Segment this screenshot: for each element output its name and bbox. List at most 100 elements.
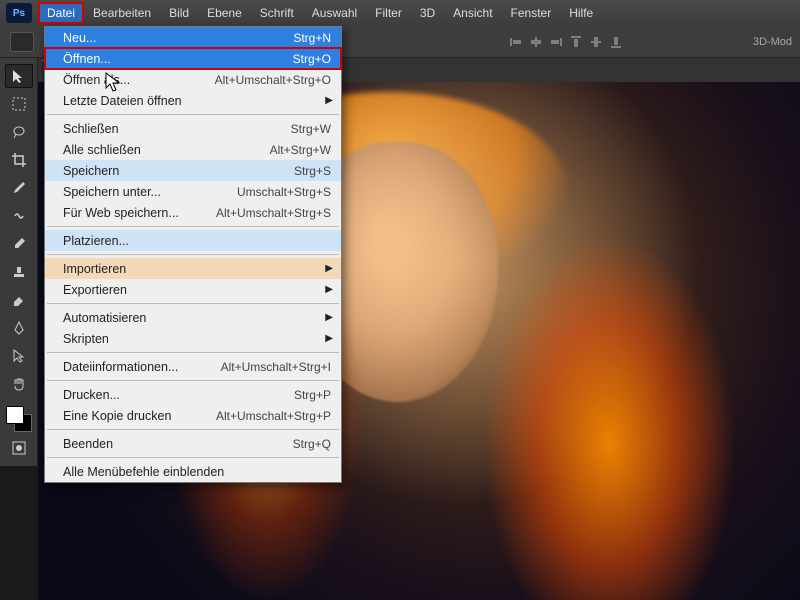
menu-item-label: Alle schließen bbox=[63, 143, 270, 157]
menu-item-label: Alle Menübefehle einblenden bbox=[63, 465, 331, 479]
hand-tool[interactable] bbox=[5, 372, 33, 396]
menu-item-label: Skripten bbox=[63, 332, 331, 346]
pen-tool[interactable] bbox=[5, 316, 33, 340]
align-btn[interactable] bbox=[547, 33, 565, 51]
app-logo: Ps bbox=[6, 3, 32, 23]
menu-item-label: Platzieren... bbox=[63, 234, 331, 248]
move-tool[interactable] bbox=[5, 64, 33, 88]
menu-3d[interactable]: 3D bbox=[411, 2, 444, 24]
menu-separator bbox=[47, 429, 339, 430]
menu-separator bbox=[47, 457, 339, 458]
menu-item-label: Letzte Dateien öffnen bbox=[63, 94, 331, 108]
menu-item-label: Exportieren bbox=[63, 283, 331, 297]
eyedropper-tool[interactable] bbox=[5, 176, 33, 200]
crop-tool[interactable] bbox=[5, 148, 33, 172]
menu-item[interactable]: Alle Menübefehle einblenden bbox=[45, 461, 341, 482]
menu-item-shortcut: Alt+Umschalt+Strg+O bbox=[215, 73, 331, 87]
menu-item-label: Importieren bbox=[63, 262, 331, 276]
menu-item[interactable]: Importieren▶ bbox=[45, 258, 341, 279]
menu-item[interactable]: Exportieren▶ bbox=[45, 279, 341, 300]
menu-item[interactable]: Alle schließenAlt+Strg+W bbox=[45, 139, 341, 160]
menu-item[interactable]: SchließenStrg+W bbox=[45, 118, 341, 139]
submenu-arrow-icon: ▶ bbox=[325, 312, 333, 323]
menu-item-shortcut: Strg+W bbox=[291, 122, 331, 136]
menu-item[interactable]: Dateiinformationen...Alt+Umschalt+Strg+I bbox=[45, 356, 341, 377]
stamp-tool[interactable] bbox=[5, 260, 33, 284]
menu-item-shortcut: Strg+O bbox=[293, 52, 331, 66]
menu-ansicht[interactable]: Ansicht bbox=[444, 2, 501, 24]
menu-item[interactable]: SpeichernStrg+S bbox=[45, 160, 341, 181]
marquee-tool[interactable] bbox=[5, 92, 33, 116]
menu-fenster[interactable]: Fenster bbox=[502, 2, 561, 24]
menu-separator bbox=[47, 254, 339, 255]
submenu-arrow-icon: ▶ bbox=[325, 263, 333, 274]
menu-item-shortcut: Alt+Umschalt+Strg+I bbox=[221, 360, 331, 374]
eraser-tool[interactable] bbox=[5, 288, 33, 312]
menu-item[interactable]: Für Web speichern...Alt+Umschalt+Strg+S bbox=[45, 202, 341, 223]
menu-item[interactable]: BeendenStrg+Q bbox=[45, 433, 341, 454]
menu-item[interactable]: Drucken...Strg+P bbox=[45, 384, 341, 405]
menu-item[interactable]: Eine Kopie druckenAlt+Umschalt+Strg+P bbox=[45, 405, 341, 426]
menu-item-shortcut: Alt+Umschalt+Strg+S bbox=[216, 206, 331, 220]
menu-item[interactable]: Neu...Strg+N bbox=[45, 27, 341, 48]
3d-mode-label[interactable]: 3D-Mod bbox=[753, 36, 792, 48]
menu-item[interactable]: Öffnen als...Alt+Umschalt+Strg+O bbox=[45, 69, 341, 90]
foreground-color[interactable] bbox=[6, 406, 24, 424]
menu-hilfe[interactable]: Hilfe bbox=[560, 2, 602, 24]
lasso-tool[interactable] bbox=[5, 120, 33, 144]
menu-item-label: Eine Kopie drucken bbox=[63, 409, 216, 423]
menu-bearbeiten[interactable]: Bearbeiten bbox=[84, 2, 160, 24]
menu-item-shortcut: Strg+S bbox=[294, 164, 331, 178]
menu-ebene[interactable]: Ebene bbox=[198, 2, 251, 24]
menu-item-label: Für Web speichern... bbox=[63, 206, 216, 220]
menu-item-label: Speichern bbox=[63, 164, 294, 178]
menu-item-shortcut: Alt+Umschalt+Strg+P bbox=[216, 409, 331, 423]
submenu-arrow-icon: ▶ bbox=[325, 95, 333, 106]
menu-filter[interactable]: Filter bbox=[366, 2, 411, 24]
submenu-arrow-icon: ▶ bbox=[325, 333, 333, 344]
submenu-arrow-icon: ▶ bbox=[325, 284, 333, 295]
menu-datei[interactable]: Datei bbox=[38, 2, 84, 24]
tools-panel bbox=[0, 58, 38, 466]
menu-auswahl[interactable]: Auswahl bbox=[303, 2, 366, 24]
menu-item-label: Öffnen als... bbox=[63, 73, 215, 87]
menu-separator bbox=[47, 226, 339, 227]
menu-item-shortcut: Alt+Strg+W bbox=[270, 143, 331, 157]
align-btn[interactable] bbox=[587, 33, 605, 51]
healing-tool[interactable] bbox=[5, 204, 33, 228]
menu-item[interactable]: Skripten▶ bbox=[45, 328, 341, 349]
menu-bild[interactable]: Bild bbox=[160, 2, 198, 24]
menu-separator bbox=[47, 114, 339, 115]
align-btn[interactable] bbox=[527, 33, 545, 51]
menu-schrift[interactable]: Schrift bbox=[251, 2, 303, 24]
menu-separator bbox=[47, 303, 339, 304]
menu-item-shortcut: Umschalt+Strg+S bbox=[237, 185, 331, 199]
menu-item-label: Automatisieren bbox=[63, 311, 331, 325]
color-swatch[interactable] bbox=[6, 406, 32, 432]
menu-item-shortcut: Strg+P bbox=[294, 388, 331, 402]
menu-item-label: Beenden bbox=[63, 437, 293, 451]
menu-item-label: Schließen bbox=[63, 122, 291, 136]
align-btn[interactable] bbox=[507, 33, 525, 51]
align-btn[interactable] bbox=[567, 33, 585, 51]
pointer-tool[interactable] bbox=[5, 344, 33, 368]
menu-item[interactable]: Letzte Dateien öffnen▶ bbox=[45, 90, 341, 111]
brush-tool[interactable] bbox=[5, 232, 33, 256]
menu-item[interactable]: Automatisieren▶ bbox=[45, 307, 341, 328]
menu-item[interactable]: Platzieren... bbox=[45, 230, 341, 251]
file-menu-dropdown: Neu...Strg+NÖffnen...Strg+OÖffnen als...… bbox=[44, 26, 342, 483]
menu-item[interactable]: Öffnen...Strg+O bbox=[45, 48, 341, 69]
tool-preset-icon[interactable] bbox=[10, 32, 34, 52]
quickmask-toggle[interactable] bbox=[5, 436, 33, 460]
align-button-group bbox=[507, 33, 625, 51]
menu-item[interactable]: Speichern unter...Umschalt+Strg+S bbox=[45, 181, 341, 202]
menubar: Ps DateiBearbeitenBildEbeneSchriftAuswah… bbox=[0, 0, 800, 26]
align-btn[interactable] bbox=[607, 33, 625, 51]
menu-item-label: Drucken... bbox=[63, 388, 294, 402]
menu-item-shortcut: Strg+Q bbox=[293, 437, 331, 451]
menu-item-label: Öffnen... bbox=[63, 52, 293, 66]
menu-item-label: Dateiinformationen... bbox=[63, 360, 221, 374]
menu-separator bbox=[47, 352, 339, 353]
menu-item-label: Neu... bbox=[63, 31, 293, 45]
menu-separator bbox=[47, 380, 339, 381]
